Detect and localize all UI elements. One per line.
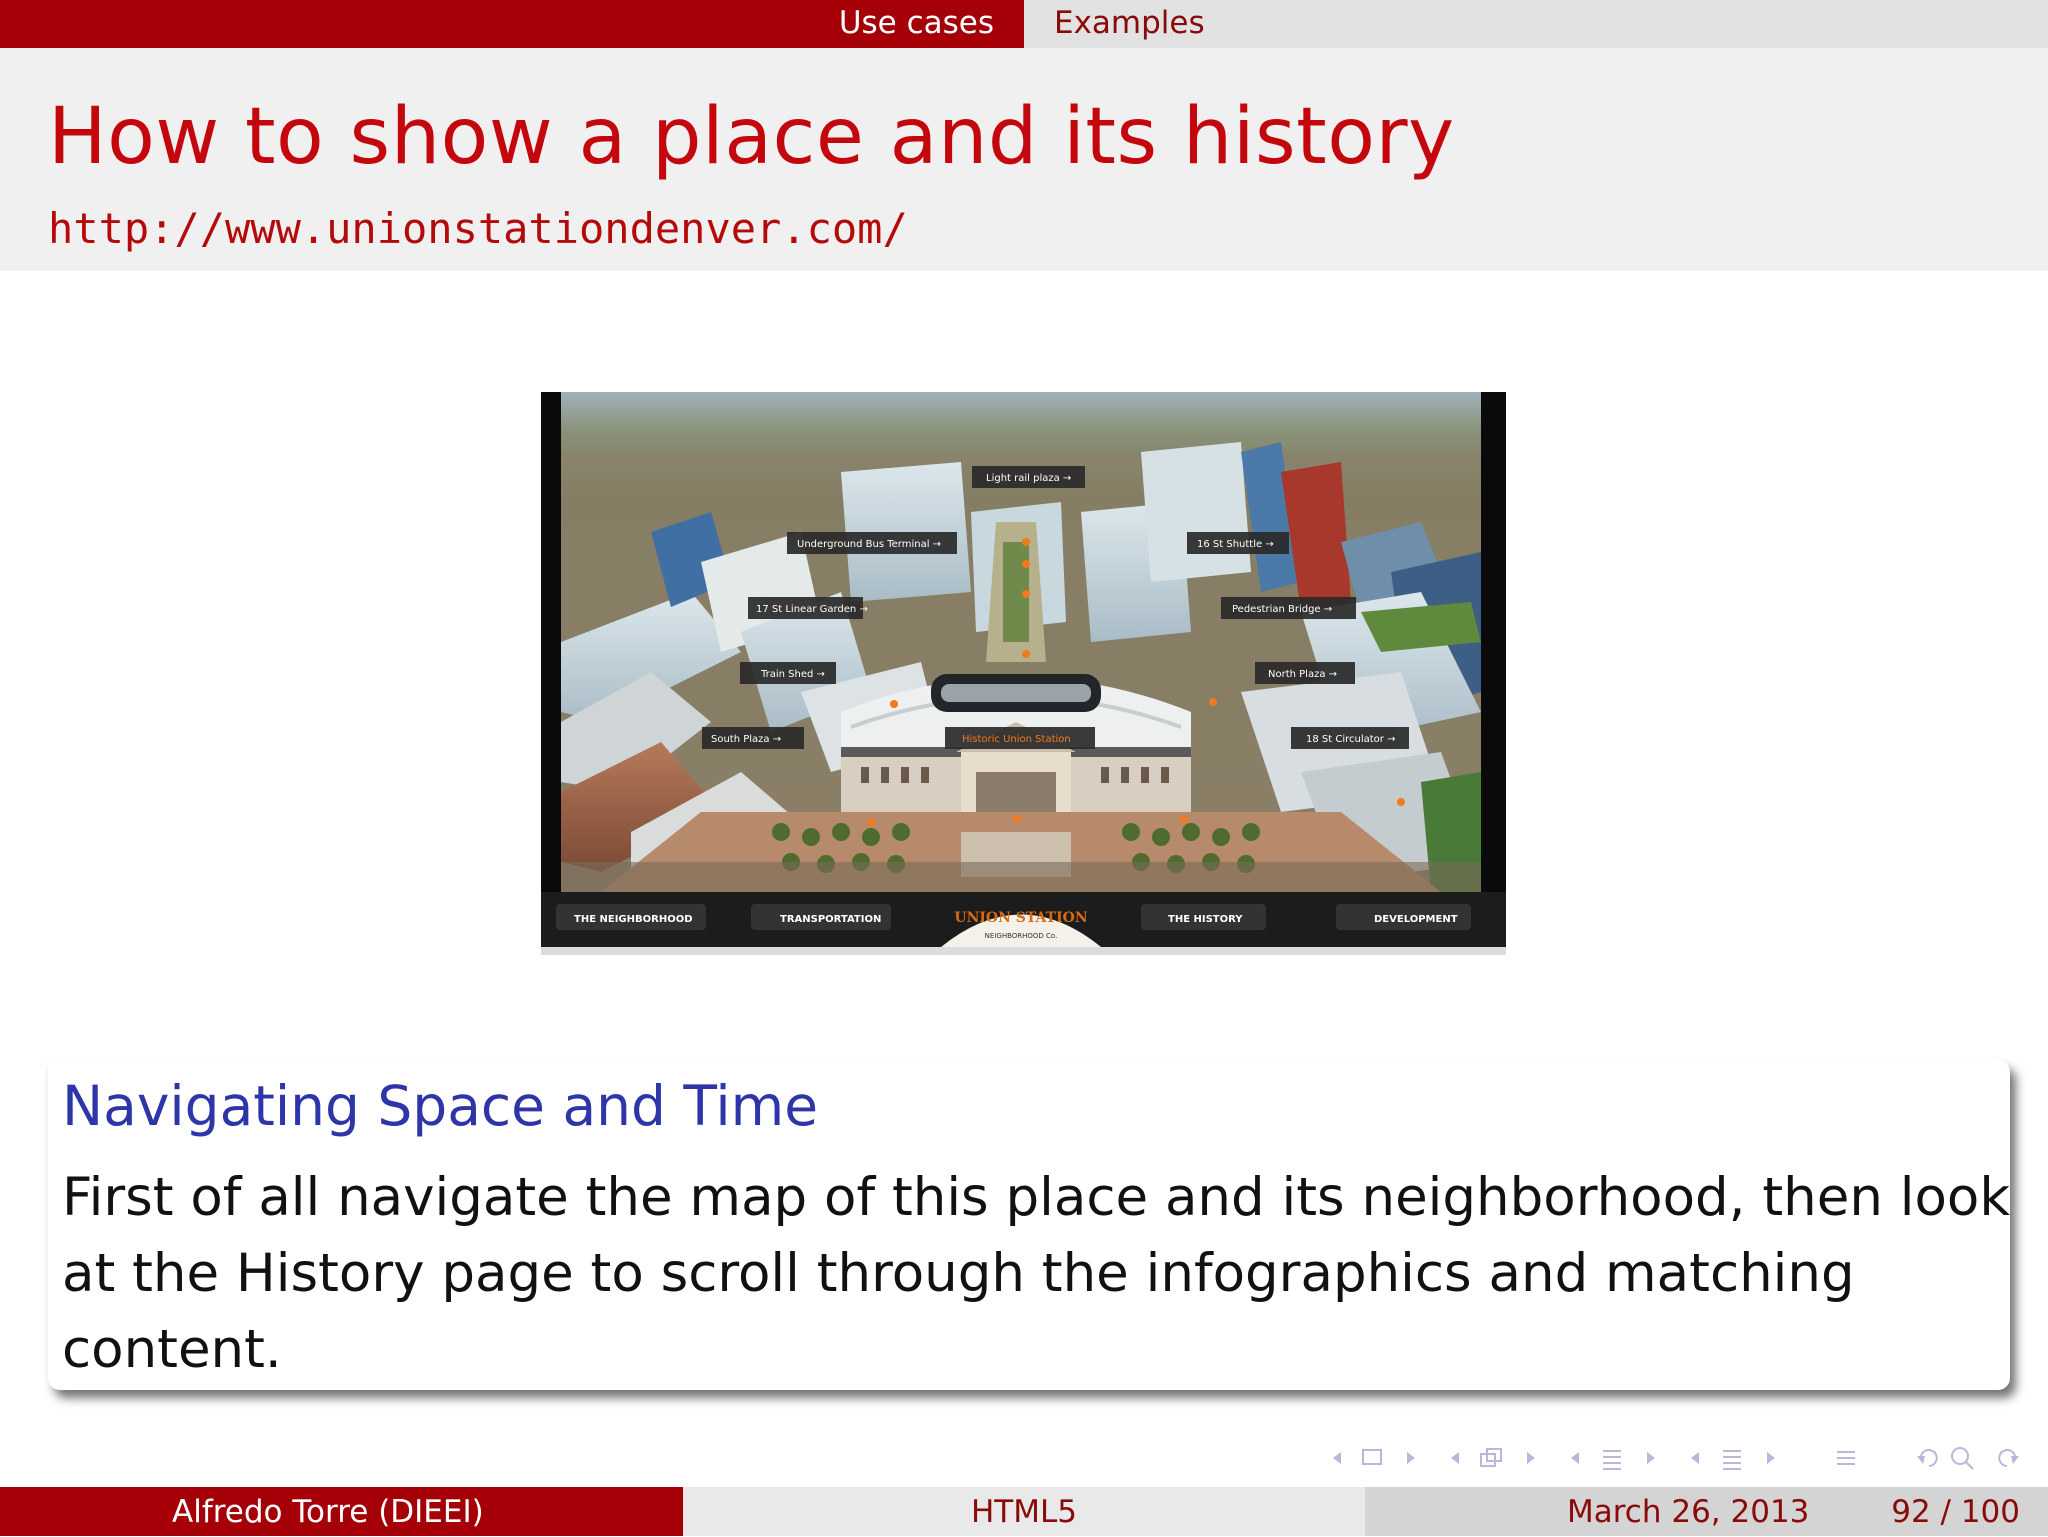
slide-title: How to show a place and its history — [48, 92, 1455, 182]
logo-subtext: NEIGHBORHOOD Co. — [985, 932, 1058, 940]
site-nav-history[interactable]: THE HISTORY — [1168, 914, 1243, 925]
section-use-cases[interactable]: Use cases — [839, 0, 994, 46]
map-label: North Plaza → — [1268, 669, 1337, 680]
map-label: Historic Union Station — [962, 734, 1071, 745]
map-label: 16 St Shuttle → — [1197, 539, 1274, 550]
nav-prev-icon[interactable] — [1571, 1452, 1579, 1464]
site-nav-neighborhood[interactable]: THE NEIGHBORHOOD — [574, 914, 693, 925]
site-nav-transportation[interactable]: TRANSPORTATION — [780, 914, 881, 925]
footer-author: Alfredo Torre (DIEEI) — [172, 1494, 484, 1530]
footer-author-box: Alfredo Torre (DIEEI) — [0, 1487, 683, 1536]
map-label: Light rail plaza → — [986, 473, 1071, 484]
footer-date: March 26, 2013 — [1567, 1494, 1810, 1530]
logo-text: UNION STATION — [954, 910, 1087, 926]
header-nav: Use cases Examples — [0, 0, 2048, 48]
content-block: Navigating Space and Time First of all n… — [48, 1060, 2010, 1390]
nav-next-icon[interactable] — [1407, 1452, 1415, 1464]
site-nav-development[interactable]: DEVELOPMENT — [1374, 914, 1458, 925]
loop-icon[interactable] — [1998, 1449, 2019, 1467]
nav-prev-icon[interactable] — [1451, 1452, 1459, 1464]
block-title: Navigating Space and Time — [62, 1074, 819, 1138]
header-left: Use cases — [0, 0, 1024, 48]
search-icon[interactable] — [1951, 1447, 1974, 1470]
section-icon[interactable] — [1603, 1450, 1621, 1470]
map-label: Train Shed → — [760, 669, 825, 680]
footer-page-number: 92 / 100 — [1891, 1494, 2020, 1530]
slide-url[interactable]: http://www.unionstationdenver.com/ — [48, 204, 908, 253]
frame-icon[interactable] — [1362, 1449, 1382, 1465]
section-icon[interactable] — [1723, 1450, 1741, 1470]
map-label: 18 St Circulator → — [1306, 734, 1395, 745]
footer-title-box: HTML5 — [683, 1487, 1365, 1536]
nav-prev-icon[interactable] — [1333, 1452, 1341, 1464]
section-examples[interactable]: Examples — [1054, 0, 1205, 46]
aerial-map-image: Light rail plaza → Underground Bus Termi… — [541, 392, 1506, 947]
nav-next-icon[interactable] — [1767, 1452, 1775, 1464]
footer-title: HTML5 — [971, 1494, 1077, 1530]
loop-icon[interactable] — [1917, 1449, 1938, 1467]
nav-next-icon[interactable] — [1527, 1452, 1535, 1464]
header-right: Examples — [1024, 0, 2048, 48]
screenshot-bottom-edge — [541, 947, 1506, 955]
title-band: How to show a place and its history http… — [0, 48, 2048, 271]
align-icon[interactable] — [1837, 1451, 1855, 1465]
map-label: Pedestrian Bridge → — [1232, 604, 1332, 615]
beamer-navigation — [1325, 1438, 2035, 1478]
block-body: First of all navigate the map of this pl… — [62, 1167, 2011, 1380]
nav-next-icon[interactable] — [1647, 1452, 1655, 1464]
footer: Alfredo Torre (DIEEI) HTML5 92 / 100 Mar… — [0, 1487, 2048, 1536]
subsection-icon[interactable] — [1480, 1448, 1502, 1467]
map-label: 17 St Linear Garden → — [756, 604, 868, 615]
website-screenshot: Light rail plaza → Underground Bus Termi… — [541, 392, 1506, 955]
map-label: Underground Bus Terminal → — [797, 539, 941, 550]
map-label: South Plaza → — [711, 734, 781, 745]
nav-prev-icon[interactable] — [1691, 1452, 1699, 1464]
